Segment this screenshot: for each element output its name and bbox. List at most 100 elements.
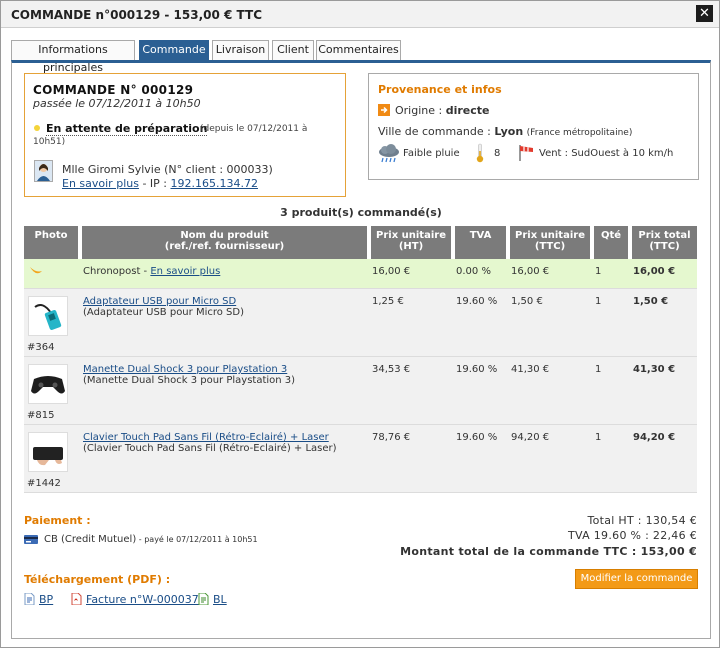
col-total: Prix total (TTC) [632, 226, 697, 259]
pdf-icon [198, 593, 209, 605]
product-qty: 1 [594, 425, 632, 493]
download-bp-link[interactable]: BP [39, 593, 53, 606]
order-date: passée le 07/12/2011 à 10h50 [33, 97, 201, 110]
thermometer-icon [476, 143, 484, 163]
product-pu-ttc: 1,50 € [510, 289, 594, 357]
shipping-name: Chronopost - [83, 266, 151, 277]
downloads-title: Téléchargement (PDF) : [24, 573, 171, 586]
col-pu-ttc: Prix unitaire (TTC) [510, 226, 594, 259]
product-ref: #364 [27, 342, 55, 353]
col-tva: TVA [455, 226, 510, 259]
tab-commande[interactable]: Commande [139, 40, 209, 60]
shipping-qty: 1 [594, 259, 632, 289]
origin-box: Provenance et infos Origine : directe Vi… [368, 73, 699, 180]
shipping-pu-ttc: 16,00 € [510, 259, 594, 289]
product-pu-ht: 78,76 € [371, 425, 455, 493]
product-pu-ttc: 94,20 € [510, 425, 594, 493]
products-count: 3 produit(s) commandé(s) [280, 206, 442, 219]
usb-adapter-icon [34, 304, 62, 330]
tab-client[interactable]: Client [272, 40, 314, 60]
table-row: #364 Adaptateur USB pour Micro SD (Adapt… [24, 289, 697, 357]
temperature-value: 8 [494, 148, 501, 159]
wind-sock-icon [519, 145, 533, 161]
product-pu-ht: 34,53 € [371, 357, 455, 425]
product-thumbnail[interactable] [28, 296, 68, 336]
wind-label: Vent : SudOuest à 10 km/h [539, 148, 674, 159]
product-name-link[interactable]: Clavier Touch Pad Sans Fil (Rétro-Eclair… [83, 432, 329, 443]
product-name-link[interactable]: Adaptateur USB pour Micro SD [83, 296, 236, 307]
close-button[interactable]: ✕ [696, 5, 713, 22]
table-row: #815 Manette Dual Shock 3 pour Playstati… [24, 357, 697, 425]
ip-link[interactable]: 192.165.134.72 [171, 177, 258, 190]
close-icon: ✕ [699, 6, 710, 21]
status-since: (depuis le 07/12/2011 à [200, 124, 308, 134]
product-subtitle: (Clavier Touch Pad Sans Fil (Rétro-Eclai… [83, 443, 337, 454]
order-heading: COMMANDE N° 000129 [33, 83, 194, 97]
col-photo: Photo [24, 226, 82, 259]
product-total: 41,30 € [632, 357, 697, 425]
customer-name: Mlle Giromi Sylvie (N° client : 000033) [62, 163, 273, 176]
download-bl-link[interactable]: BL [213, 593, 227, 606]
col-name: Nom du produit (ref./ref. fournisseur) [82, 226, 371, 259]
product-ref: #815 [27, 410, 55, 421]
product-total: 94,20 € [632, 425, 697, 493]
table-row: #1442 Clavier Touch Pad Sans Fil (Rétro-… [24, 425, 697, 493]
city-label: Ville de commande : [378, 125, 491, 138]
weather-label: Faible pluie [403, 148, 460, 159]
payment-date: - payé le 07/12/2011 à 10h51 [136, 535, 258, 544]
product-tva: 19.60 % [455, 425, 510, 493]
rain-cloud-icon [379, 144, 399, 163]
payment-title: Paiement : [24, 514, 91, 527]
product-pu-ttc: 41,30 € [510, 357, 594, 425]
download-invoice-link[interactable]: Facture n°W-000037 [86, 593, 199, 606]
keyboard-icon [33, 447, 63, 466]
total-ht: Total HT : 130,54 € [587, 514, 697, 527]
shipping-total: 16,00 € [632, 259, 697, 289]
total-ttc: Montant total de la commande TTC : 153,0… [400, 545, 697, 558]
shipping-icon [30, 267, 42, 274]
status-dot-icon [34, 125, 40, 131]
title-bar: COMMANDE n°000129 - 153,00 € TTC ✕ [1, 1, 719, 28]
product-thumbnail[interactable] [28, 432, 68, 472]
origin-label: Origine : [395, 104, 443, 117]
window-title: COMMANDE n°000129 - 153,00 € TTC [11, 8, 262, 22]
table-header-row: Photo Nom du produit (ref./ref. fournisse… [24, 226, 697, 259]
product-tva: 19.60 % [455, 357, 510, 425]
shipping-pu-ht: 16,00 € [371, 259, 455, 289]
city-region: (France métropolitaine) [526, 128, 633, 138]
shipping-more-link[interactable]: En savoir plus [150, 266, 220, 277]
modify-order-button[interactable]: Modifier la commande [575, 569, 698, 589]
product-name-link[interactable]: Manette Dual Shock 3 pour Playstation 3 [83, 364, 287, 375]
order-summary-box: COMMANDE N° 000129 passée le 07/12/2011 … [24, 73, 346, 197]
product-thumbnail[interactable] [28, 364, 68, 404]
payment-method: CB (Credit Mutuel) [44, 534, 137, 545]
total-tva: TVA 19.60 % : 22,46 € [568, 529, 697, 542]
status-since-cont: 10h51) [33, 137, 66, 147]
tab-livraison[interactable]: Livraison [212, 40, 269, 60]
col-qty: Qté [594, 226, 632, 259]
product-subtitle: (Manette Dual Shock 3 pour Playstation 3… [83, 375, 296, 386]
shipping-row: Chronopost - En savoir plus 16,00 € 0.00… [24, 259, 697, 289]
city-value: Lyon [494, 125, 524, 138]
col-pu-ht: Prix unitaire (HT) [371, 226, 455, 259]
product-pu-ht: 1,25 € [371, 289, 455, 357]
product-total: 1,50 € [632, 289, 697, 357]
product-qty: 1 [594, 357, 632, 425]
order-status: En attente de préparation [46, 122, 208, 136]
customer-avatar-icon [35, 161, 52, 181]
origin-icon [378, 104, 390, 116]
product-subtitle: (Adaptateur USB pour Micro SD) [83, 307, 244, 318]
tab-informations-principales[interactable]: Informations principales [11, 40, 135, 74]
credit-card-icon [24, 535, 38, 544]
tab-commentaires[interactable]: Commentaires [316, 40, 401, 60]
order-window: COMMANDE n°000129 - 153,00 € TTC ✕ Infor… [0, 0, 720, 648]
ip-label: - IP : [138, 177, 171, 190]
product-qty: 1 [594, 289, 632, 357]
avatar [34, 160, 53, 182]
customer-more-link[interactable]: En savoir plus [62, 177, 139, 190]
origin-value: directe [445, 104, 490, 117]
pdf-icon [71, 593, 82, 605]
pdf-icon [24, 593, 35, 605]
origin-title: Provenance et infos [378, 83, 502, 96]
products-table: Photo Nom du produit (ref./ref. fournisse… [24, 226, 697, 493]
